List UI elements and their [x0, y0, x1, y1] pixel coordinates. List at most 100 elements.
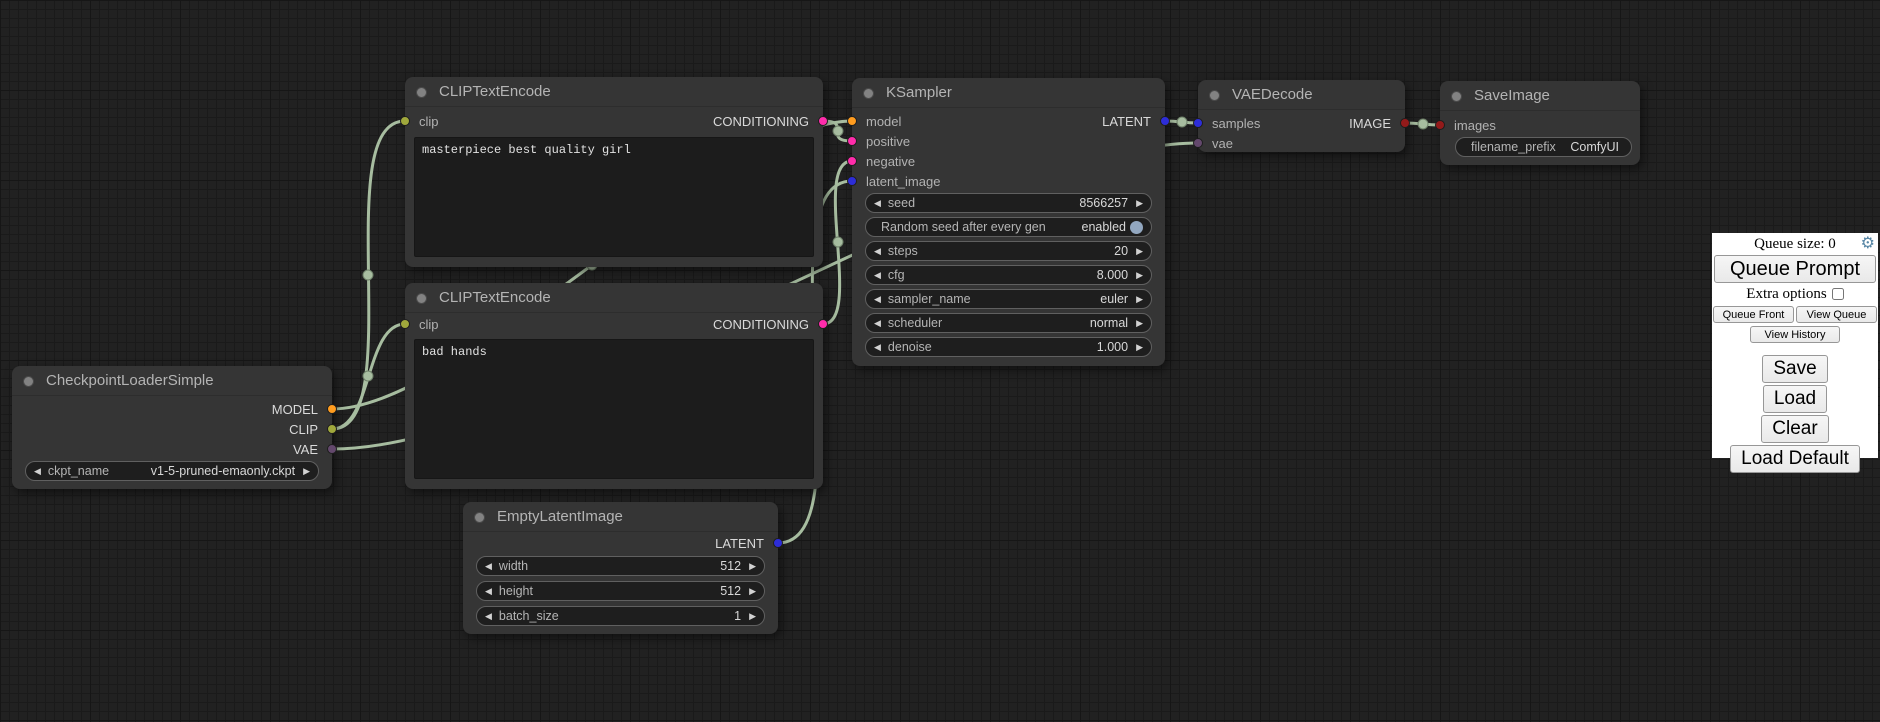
toggle-on-icon[interactable]: [1130, 221, 1143, 234]
node-clip-text-encode-positive[interactable]: CLIPTextEncode clip CONDITIONING masterp…: [405, 77, 823, 267]
width-widget[interactable]: ◀ width 512 ▶: [476, 556, 765, 576]
node-title-bar[interactable]: CheckpointLoaderSimple: [12, 366, 332, 396]
arrow-right-icon[interactable]: ▶: [749, 556, 756, 576]
node-status-dot-icon: [1451, 91, 1462, 102]
arrow-left-icon[interactable]: ◀: [485, 581, 492, 601]
extra-options-checkbox[interactable]: [1832, 288, 1844, 300]
seed-widget[interactable]: ◀ seed 8566257 ▶: [865, 193, 1152, 213]
vae-input-dot[interactable]: [1193, 138, 1203, 148]
node-title: VAEDecode: [1232, 86, 1313, 103]
negative-input-dot[interactable]: [847, 156, 857, 166]
arrow-right-icon[interactable]: ▶: [1136, 289, 1143, 309]
input-slot-images: images: [1440, 115, 1640, 135]
filename-prefix-widget[interactable]: filename_prefix ComfyUI: [1455, 137, 1632, 157]
arrow-right-icon[interactable]: ▶: [1136, 337, 1143, 357]
queue-size-label: Queue size: 0: [1754, 236, 1836, 252]
comfyui-canvas[interactable]: { "colors": { "canvas_bg": "#212121", "n…: [0, 0, 1880, 722]
view-queue-button[interactable]: View Queue: [1796, 306, 1877, 323]
latent-output-dot[interactable]: [773, 538, 783, 548]
node-title-bar[interactable]: CLIPTextEncode: [405, 283, 823, 313]
queue-buttons-row: Queue Front View Queue: [1713, 306, 1877, 323]
images-input-dot[interactable]: [1435, 120, 1445, 130]
arrow-left-icon[interactable]: ◀: [874, 241, 881, 261]
vae-output-dot[interactable]: [327, 444, 337, 454]
view-history-button[interactable]: View History: [1750, 326, 1840, 343]
queue-front-button[interactable]: Queue Front: [1713, 306, 1794, 323]
latent-output-dot[interactable]: [1160, 116, 1170, 126]
link-midpoint-dot: [1418, 119, 1428, 129]
output-slot-clip: CLIP: [12, 419, 332, 439]
positive-input-dot[interactable]: [847, 136, 857, 146]
node-status-dot-icon: [1209, 90, 1220, 101]
sampler-name-widget[interactable]: ◀ sampler_name euler ▶: [865, 289, 1152, 309]
input-slot-positive: positive: [852, 131, 1165, 151]
node-title-bar[interactable]: EmptyLatentImage: [463, 502, 778, 532]
conditioning-output-dot[interactable]: [818, 116, 828, 126]
node-empty-latent-image[interactable]: EmptyLatentImage LATENT ◀ width 512 ▶ ◀ …: [463, 502, 778, 634]
node-clip-text-encode-negative[interactable]: CLIPTextEncode clip CONDITIONING bad han…: [405, 283, 823, 489]
input-slot-vae: vae: [1198, 133, 1405, 153]
output-slot-model: MODEL: [12, 399, 332, 419]
arrow-left-icon[interactable]: ◀: [485, 606, 492, 626]
arrow-right-icon[interactable]: ▶: [1136, 265, 1143, 285]
node-status-dot-icon: [23, 376, 34, 387]
node-title-bar[interactable]: KSampler: [852, 78, 1165, 108]
model-output-dot[interactable]: [327, 404, 337, 414]
arrow-left-icon[interactable]: ◀: [874, 193, 881, 213]
node-save-image[interactable]: SaveImage images filename_prefix ComfyUI: [1440, 81, 1640, 165]
cfg-widget[interactable]: ◀ cfg 8.000 ▶: [865, 265, 1152, 285]
node-title-bar[interactable]: VAEDecode: [1198, 80, 1405, 110]
node-status-dot-icon: [474, 512, 485, 523]
node-vae-decode[interactable]: VAEDecode samples vae IMAGE: [1198, 80, 1405, 152]
link-midpoint-dot: [363, 371, 373, 381]
node-title: EmptyLatentImage: [497, 508, 623, 525]
load-button[interactable]: Load: [1763, 385, 1827, 413]
height-widget[interactable]: ◀ height 512 ▶: [476, 581, 765, 601]
settings-gear-icon[interactable]: ⚙: [1861, 235, 1875, 251]
link-midpoint-dot: [1177, 117, 1187, 127]
node-title-bar[interactable]: SaveImage: [1440, 81, 1640, 111]
latent-image-input-dot[interactable]: [847, 176, 857, 186]
steps-widget[interactable]: ◀ steps 20 ▶: [865, 241, 1152, 261]
extra-options-row: Extra options: [1712, 286, 1878, 303]
arrow-right-icon[interactable]: ▶: [749, 581, 756, 601]
node-title: CLIPTextEncode: [439, 83, 551, 100]
extra-options-label: Extra options: [1746, 286, 1826, 302]
arrow-right-icon[interactable]: ▶: [749, 606, 756, 626]
node-status-dot-icon: [416, 293, 427, 304]
node-title-bar[interactable]: CLIPTextEncode: [405, 77, 823, 107]
output-slot-latent: LATENT: [463, 533, 778, 553]
image-output-dot[interactable]: [1400, 118, 1410, 128]
node-ksampler[interactable]: KSampler model positive negative latent_…: [852, 78, 1165, 366]
arrow-right-icon[interactable]: ▶: [1136, 313, 1143, 333]
denoise-widget[interactable]: ◀ denoise 1.000 ▶: [865, 337, 1152, 357]
scheduler-widget[interactable]: ◀ scheduler normal ▶: [865, 313, 1152, 333]
queue-prompt-button[interactable]: Queue Prompt: [1714, 255, 1876, 283]
prompt-textarea[interactable]: bad hands: [414, 339, 814, 479]
batch-size-widget[interactable]: ◀ batch_size 1 ▶: [476, 606, 765, 626]
arrow-right-icon[interactable]: ▶: [1136, 193, 1143, 213]
prompt-textarea[interactable]: masterpiece best quality girl: [414, 137, 814, 257]
node-title: CheckpointLoaderSimple: [46, 372, 214, 389]
output-slot-conditioning: CONDITIONING: [405, 314, 823, 334]
node-status-dot-icon: [863, 88, 874, 99]
clip-output-dot[interactable]: [327, 424, 337, 434]
arrow-left-icon[interactable]: ◀: [874, 289, 881, 309]
input-slot-latent-image: latent_image: [852, 171, 1165, 191]
arrow-right-icon[interactable]: ▶: [303, 461, 310, 481]
arrow-left-icon[interactable]: ◀: [485, 556, 492, 576]
ckpt-name-widget[interactable]: ◀ ckpt_name v1-5-pruned-emaonly.ckpt ▶: [25, 461, 319, 481]
arrow-right-icon[interactable]: ▶: [1136, 241, 1143, 261]
link-midpoint-dot: [833, 237, 843, 247]
arrow-left-icon[interactable]: ◀: [874, 313, 881, 333]
conditioning-output-dot[interactable]: [818, 319, 828, 329]
link-midpoint-dot: [833, 126, 843, 136]
node-checkpoint-loader[interactable]: CheckpointLoaderSimple MODEL CLIP VAE ◀ …: [12, 366, 332, 489]
arrow-left-icon[interactable]: ◀: [874, 337, 881, 357]
random-seed-toggle-widget[interactable]: Random seed after every gen enabled: [865, 217, 1152, 237]
arrow-left-icon[interactable]: ◀: [34, 461, 41, 481]
arrow-left-icon[interactable]: ◀: [874, 265, 881, 285]
load-default-button[interactable]: Load Default: [1730, 445, 1860, 473]
save-button[interactable]: Save: [1762, 355, 1827, 383]
clear-button[interactable]: Clear: [1761, 415, 1828, 443]
